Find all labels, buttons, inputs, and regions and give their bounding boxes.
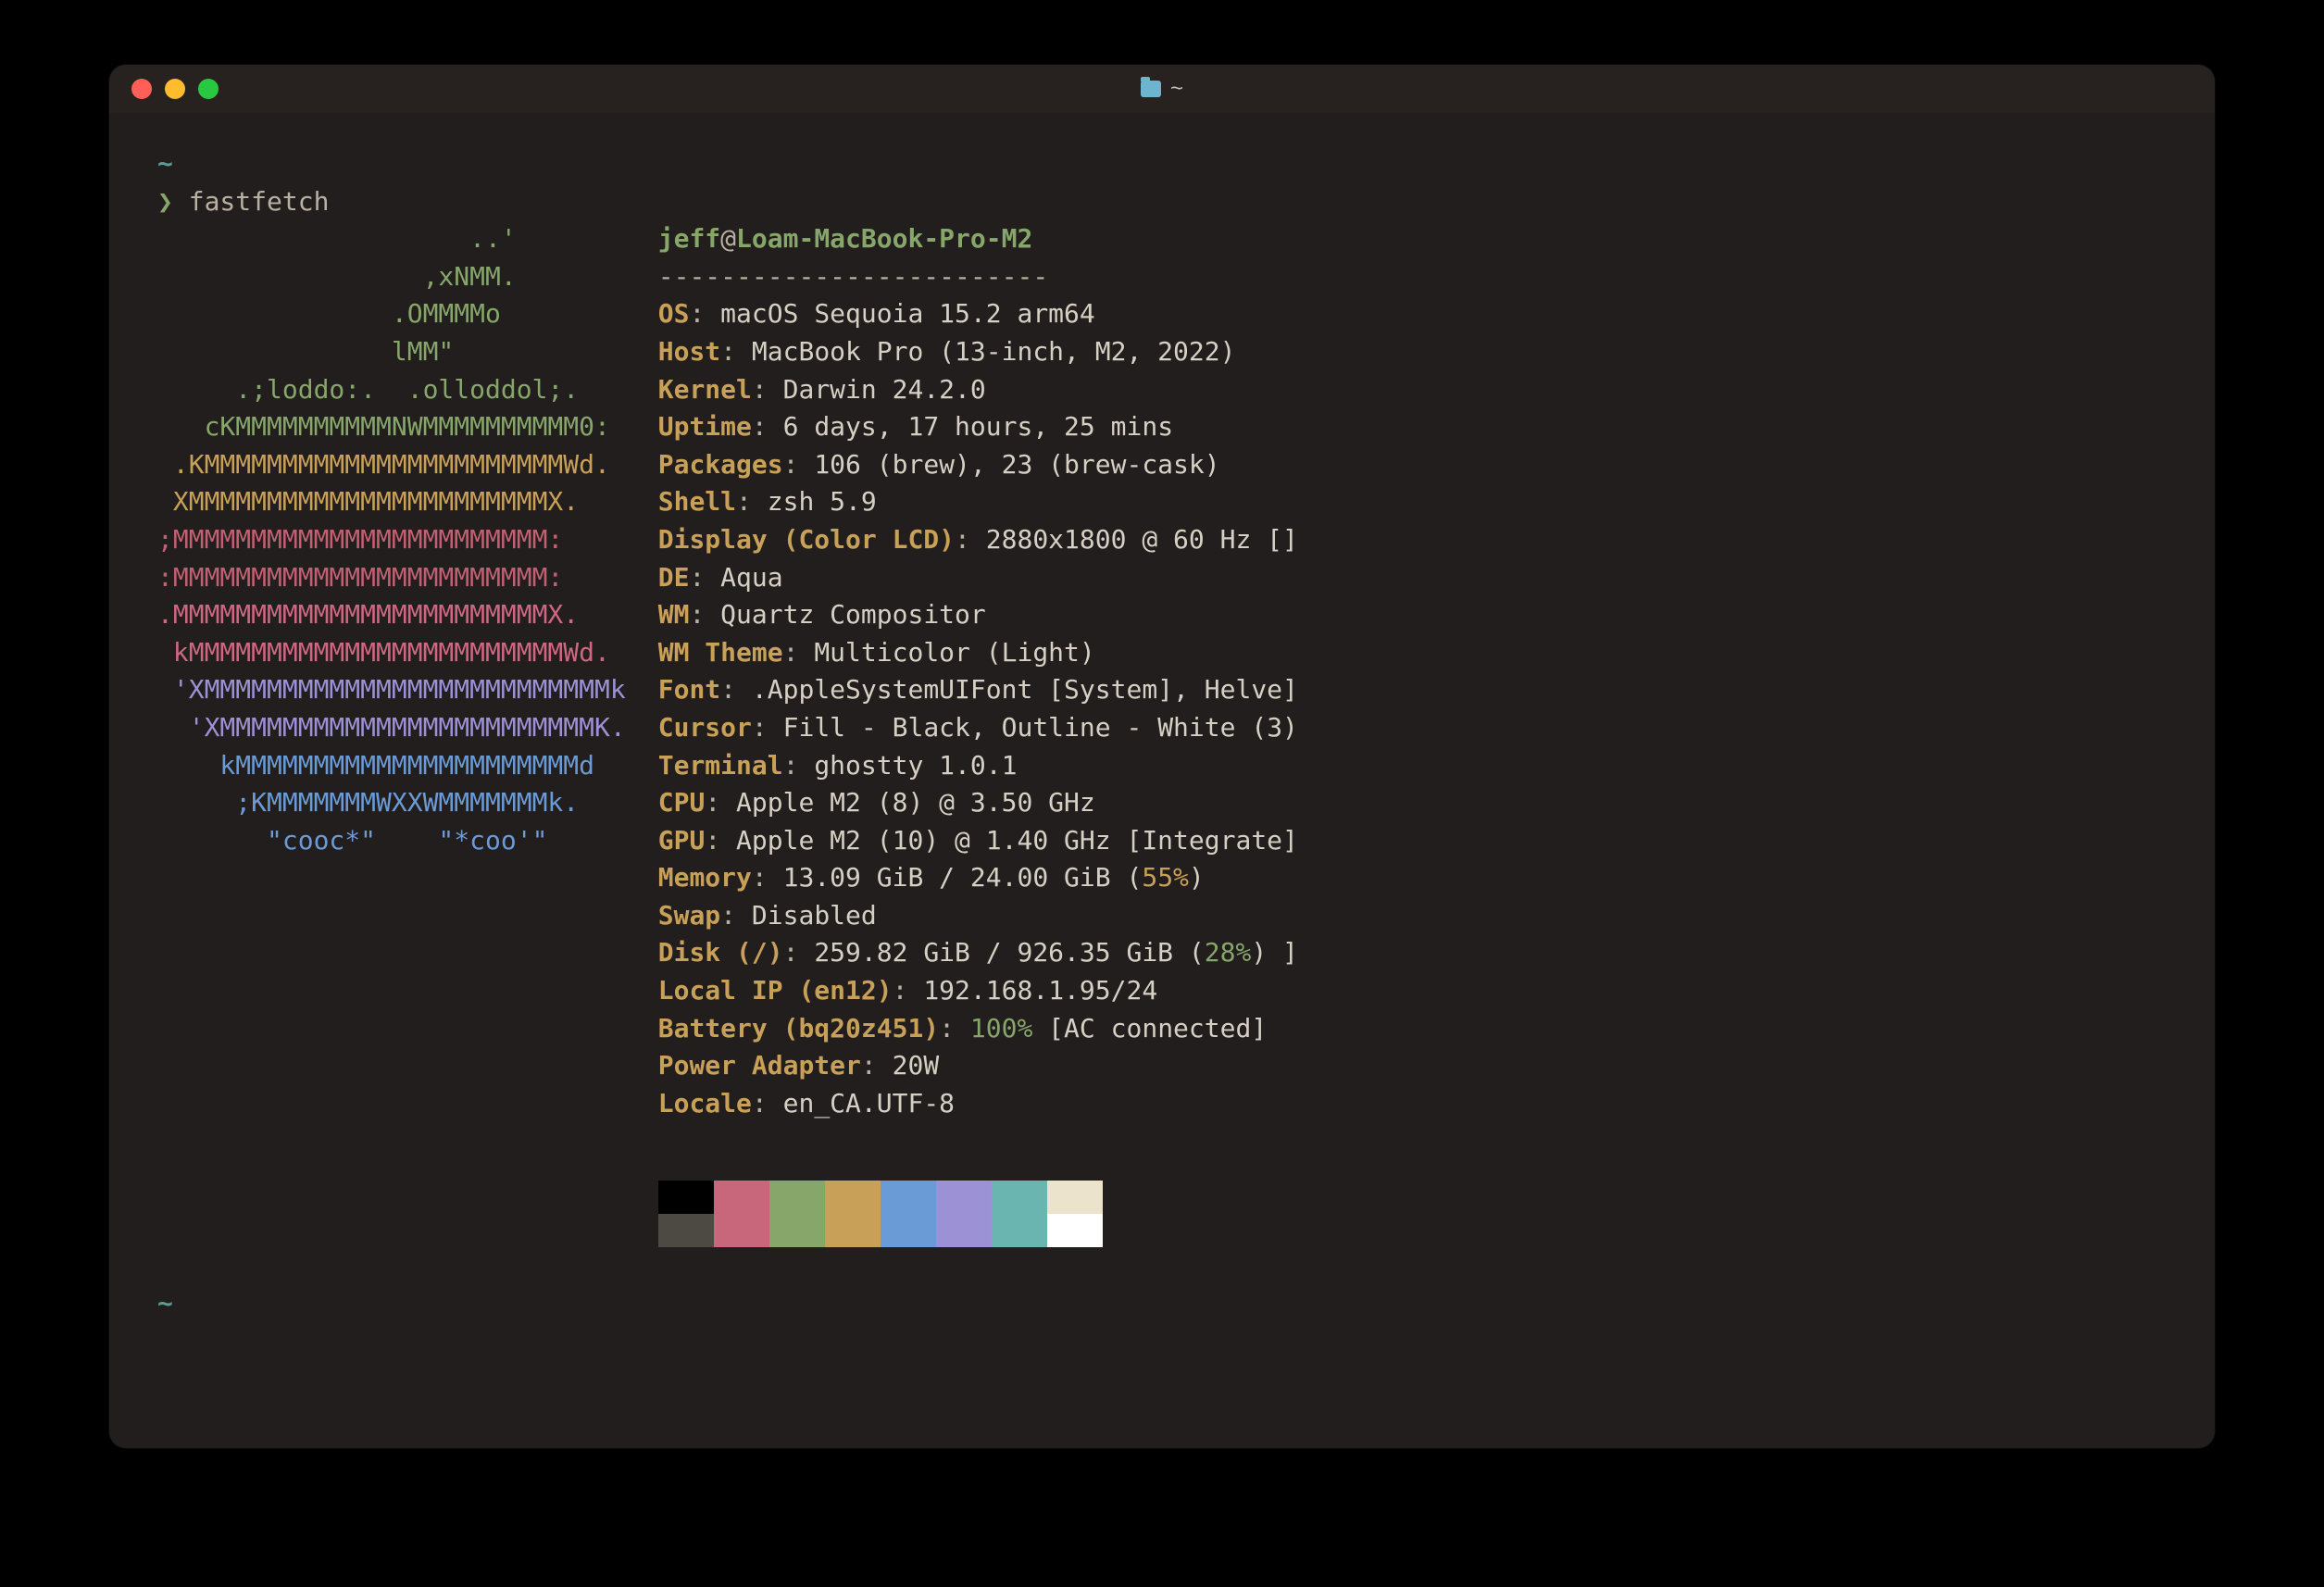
ascii-logo: ..' ,xNMM. .OMMMMo lMM" .;loddo:. .ollod… <box>157 220 626 859</box>
info-label: Host <box>658 336 720 367</box>
disk-pct: 28% <box>1205 937 1252 968</box>
info-value: 6 days, 17 hours, 25 mins <box>783 411 1173 442</box>
header-host: Loam-MacBook-Pro-M2 <box>736 223 1032 254</box>
fastfetch-info: jeff@Loam-MacBook-Pro-M2 ---------------… <box>658 220 1298 1247</box>
disk-prefix: 259.82 GiB / 926.35 GiB ( <box>814 937 1204 968</box>
color-swatch <box>1047 1214 1103 1247</box>
memory-label: Memory <box>658 862 752 893</box>
info-label: OS <box>658 298 690 329</box>
header-at: @ <box>720 223 736 254</box>
color-swatch <box>769 1214 825 1247</box>
info-value: 106 (brew), 23 (brew-cask) <box>814 449 1219 480</box>
color-swatch <box>881 1181 936 1214</box>
color-swatch <box>714 1214 769 1247</box>
info-value: .AppleSystemUIFont [System], Helve] <box>752 674 1298 705</box>
battery-suffix: [AC connected] <box>1032 1013 1267 1043</box>
color-swatch <box>825 1181 881 1214</box>
info-label: Font <box>658 674 720 705</box>
end-tilde: ~ <box>157 1288 173 1318</box>
color-swatch <box>658 1214 714 1247</box>
color-swatch <box>825 1214 881 1247</box>
memory-prefix: 13.09 GiB / 24.00 GiB ( <box>783 862 1143 893</box>
info-label: Display (Color LCD) <box>658 524 955 555</box>
battery-label: Battery (bq20z451) <box>658 1013 939 1043</box>
info-value: ghostty 1.0.1 <box>814 750 1017 781</box>
window-title-text: ~ <box>1170 76 1183 102</box>
titlebar: ~ <box>109 65 2215 113</box>
power-value: 20W <box>893 1050 940 1081</box>
locale-label: Locale <box>658 1088 752 1118</box>
locale-value: en_CA.UTF-8 <box>783 1088 955 1118</box>
color-swatch <box>881 1214 936 1247</box>
zoom-icon[interactable] <box>198 79 219 99</box>
info-label: GPU <box>658 825 706 856</box>
color-swatch <box>714 1181 769 1214</box>
info-label: Shell <box>658 486 736 517</box>
info-value: 2880x1800 @ 60 Hz [] <box>986 524 1298 555</box>
info-label: WM <box>658 599 690 630</box>
info-value: macOS Sequoia 15.2 arm64 <box>720 298 1095 329</box>
info-value: zsh 5.9 <box>768 486 877 517</box>
disk-label: Disk (/) <box>658 937 783 968</box>
info-value: Darwin 24.2.0 <box>783 374 986 405</box>
info-value: Quartz Compositor <box>720 599 986 630</box>
info-value: Apple M2 (8) @ 3.50 GHz <box>736 787 1095 818</box>
window-title: ~ <box>109 76 2215 102</box>
header-user: jeff <box>658 223 720 254</box>
info-label: Cursor <box>658 712 752 743</box>
disk-suffix: ) ] <box>1251 937 1298 968</box>
swap-label: Swap <box>658 900 720 931</box>
info-label: CPU <box>658 787 706 818</box>
color-swatch <box>936 1214 992 1247</box>
power-label: Power Adapter <box>658 1050 861 1081</box>
color-swatch <box>992 1181 1047 1214</box>
memory-suffix: ) <box>1189 862 1205 893</box>
memory-pct: 55% <box>1142 862 1189 893</box>
close-icon[interactable] <box>131 79 152 99</box>
color-swatch <box>658 1181 714 1214</box>
info-value: Fill - Black, Outline - White (3) <box>783 712 1298 743</box>
info-label: WM Theme <box>658 637 783 668</box>
traffic-lights <box>109 79 219 99</box>
info-value: Apple M2 (10) @ 1.40 GHz [Integrate] <box>736 825 1298 856</box>
color-swatch <box>1047 1181 1103 1214</box>
terminal-window[interactable]: ~ ~ ❯ fastfetch ..' ,xNMM. .OMMMMo lMM" … <box>109 65 2215 1448</box>
swap-value: Disabled <box>752 900 877 931</box>
info-value: MacBook Pro (13-inch, M2, 2022) <box>752 336 1236 367</box>
info-label: Kernel <box>658 374 752 405</box>
color-swatch <box>992 1214 1047 1247</box>
color-swatch <box>936 1181 992 1214</box>
info-label: Packages <box>658 449 783 480</box>
localip-label: Local IP (en12) <box>658 975 893 1006</box>
info-value: Multicolor (Light) <box>814 637 1094 668</box>
command-text: fastfetch <box>189 186 330 217</box>
header-sep: ------------------------- <box>658 261 1048 292</box>
color-swatch <box>769 1181 825 1214</box>
battery-pct: 100% <box>970 1013 1032 1043</box>
color-palette <box>658 1181 1298 1247</box>
info-label: Terminal <box>658 750 783 781</box>
localip-value: 192.168.1.95/24 <box>923 975 1157 1006</box>
info-label: Uptime <box>658 411 752 442</box>
minimize-icon[interactable] <box>165 79 185 99</box>
info-value: Aqua <box>720 562 782 593</box>
prompt-char: ❯ <box>157 186 173 217</box>
folder-icon <box>1141 81 1161 97</box>
info-label: DE <box>658 562 690 593</box>
terminal-body[interactable]: ~ ❯ fastfetch ..' ,xNMM. .OMMMMo lMM" .;… <box>109 113 2215 1355</box>
cwd-tilde: ~ <box>157 148 173 179</box>
